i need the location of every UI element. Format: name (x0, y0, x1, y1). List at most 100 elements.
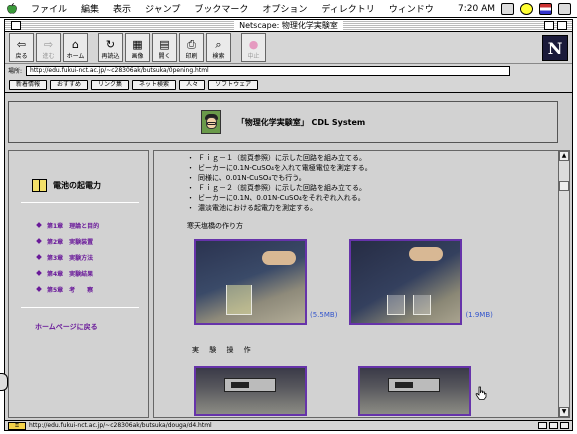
links-button[interactable]: リンク集 (91, 79, 130, 90)
back-label: 戻る (15, 53, 28, 60)
resize-grip-icon[interactable] (560, 422, 569, 429)
banner-title: 「物理化学実験室」 CDL System (236, 117, 366, 127)
homepage-link[interactable]: ホームページに戻る (35, 322, 148, 332)
chapter-link-4[interactable]: 第4章 実験結果 (36, 265, 148, 281)
menu-file[interactable]: ファイル (24, 2, 74, 15)
beaker (413, 295, 432, 315)
voltmeter (224, 378, 276, 392)
back-button[interactable]: ⇦ 戻る (9, 33, 34, 62)
directory-bar: 新着情報 おすすめ リンク集 ネット検索 人々 ソフトウェア (5, 77, 572, 93)
print-button[interactable]: ⎙ 印刷 (179, 33, 204, 62)
stop-icon: ● (248, 38, 259, 51)
video-thumbnail[interactable] (349, 239, 463, 325)
procedure-step: ・ Ｆｉｇ－１（前頁参照）に示した回路を組み立てる。 (187, 154, 366, 162)
book-icon (32, 179, 47, 192)
menu-bookmarks[interactable]: ブックマーク (187, 2, 255, 15)
procedure-step: ・濃淡電池における起電力を測定する。 (187, 204, 317, 212)
video-size-label[interactable]: (5.5MB) (310, 311, 337, 319)
salt-bridge-videos: (5.5MB) (1.9MB) (194, 239, 559, 325)
navigator-icon[interactable] (501, 2, 514, 15)
people-button[interactable]: 人々 (179, 79, 206, 90)
question-icon[interactable] (549, 422, 558, 429)
reload-icon: ↻ (105, 38, 116, 51)
menu-go[interactable]: ジャンプ (138, 2, 187, 15)
hand (262, 251, 296, 265)
video-thumbnail[interactable] (358, 366, 471, 416)
main-frame-content: ・ Ｆｉｇ－１（前頁参照）に示した回路を組み立てる。 ・ビーカーに0.1N-CuS… (154, 151, 559, 417)
scroll-up-arrow-icon[interactable]: ▲ (559, 151, 569, 161)
forward-arrow-icon: ⇨ (43, 38, 54, 51)
browser-window: Netscape: 物理化学実験室 ⇦ 戻る ⇨ 進む ⌂ ホーム ↻ 再読込 … (4, 19, 573, 431)
reload-button[interactable]: ↻ 再読込 (98, 33, 123, 62)
video-thumbnail[interactable] (194, 366, 307, 416)
chapter-label: 第4章 実験結果 (47, 270, 94, 278)
menu-view[interactable]: 表示 (106, 2, 138, 15)
images-label: 画像 (131, 53, 144, 60)
chapter-link-2[interactable]: 第2章 実験装置 (36, 233, 148, 249)
hand-cursor-icon (475, 386, 487, 400)
close-box[interactable] (11, 21, 21, 30)
menu-directory[interactable]: ディレクトリ (314, 2, 381, 15)
nav-header: 電池の起電力 (32, 179, 148, 192)
application-menu-icon[interactable] (558, 2, 571, 15)
mail-icon[interactable] (538, 422, 547, 429)
salt-bridge-section-title: 寒天塩橋の作り方 (187, 222, 243, 230)
professor-avatar (200, 110, 221, 134)
status-icons (538, 422, 572, 429)
net-search-button[interactable]: ネット検索 (132, 79, 177, 90)
stop-button[interactable]: ● 中止 (241, 33, 266, 62)
images-icon: ▦ (132, 38, 143, 51)
procedure-step: ・ Ｆｉｇ－２（前頁参照）に示した回路を組み立てる。 (187, 184, 366, 192)
location-label: 場所: (8, 68, 23, 75)
zoom-box[interactable] (544, 21, 554, 30)
window-title: Netscape: 物理化学実験室 (234, 20, 343, 31)
beaker (226, 285, 252, 315)
chapter-label: 第3章 実験方法 (47, 254, 94, 262)
open-icon: ▤ (159, 38, 170, 51)
images-button[interactable]: ▦ 画像 (125, 33, 150, 62)
voltmeter (388, 378, 440, 392)
keyboard-flag-icon[interactable] (539, 2, 552, 15)
status-url: http://edu.fukui-nct.ac.jp/~c28306ak/but… (29, 422, 212, 429)
menu-options[interactable]: オプション (255, 2, 314, 15)
status-bar: ⚿ http://edu.fukui-nct.ac.jp/~c28306ak/b… (5, 420, 572, 430)
whats-cool-button[interactable]: おすすめ (50, 79, 89, 90)
divider (21, 307, 139, 308)
side-drawer-tab[interactable] (0, 373, 8, 391)
security-key-icon[interactable]: ⚿ (8, 421, 26, 430)
home-button[interactable]: ⌂ ホーム (63, 33, 88, 62)
video-link-1[interactable]: (5.5MB) (194, 239, 337, 325)
collapse-box[interactable] (557, 21, 567, 30)
video-size-label[interactable]: (1.9MB) (465, 311, 492, 319)
forward-button[interactable]: ⇨ 進む (36, 33, 61, 62)
title-bar[interactable]: Netscape: 物理化学実験室 (5, 20, 572, 32)
diamond-bullet-icon (36, 254, 42, 260)
apple-menu-icon[interactable] (6, 2, 18, 15)
hand (409, 247, 444, 261)
find-button[interactable]: ⌕ 検索 (206, 33, 231, 62)
vertical-scrollbar[interactable]: ▲ ▼ (558, 151, 569, 417)
scroll-thumb[interactable] (559, 181, 569, 191)
chapter-link-1[interactable]: 第1章 理論と目的 (36, 217, 148, 233)
chapter-link-5[interactable]: 第5章 考 察 (36, 281, 148, 297)
chapter-link-3[interactable]: 第3章 実験方法 (36, 249, 148, 265)
whats-new-button[interactable]: 新着情報 (9, 79, 48, 90)
menu-window[interactable]: ウィンドウ (382, 2, 441, 15)
print-icon: ⎙ (187, 38, 196, 51)
open-button[interactable]: ▤ 開く (152, 33, 177, 62)
print-label: 印刷 (185, 53, 198, 60)
url-field[interactable]: http://edu.fukui-nct.ac.jp/~c28306ak/but… (26, 65, 511, 76)
menu-edit[interactable]: 編集 (74, 2, 106, 15)
procedure-step: ・ビーカーに0.1N-CuSO₄を入れて電極電位を測定する。 (187, 164, 372, 172)
toolbar: ⇦ 戻る ⇨ 進む ⌂ ホーム ↻ 再読込 ▦ 画像 ▤ 開く ⎙ 印刷 ⌕ 検… (5, 32, 572, 64)
scroll-down-arrow-icon[interactable]: ▼ (559, 407, 569, 417)
video-link-2[interactable]: (1.9MB) (349, 239, 493, 325)
software-button[interactable]: ソフトウェア (208, 79, 259, 90)
help-icon[interactable] (520, 2, 533, 15)
netscape-logo[interactable]: N (542, 35, 568, 61)
procedure-videos (194, 366, 559, 416)
page-content: 「物理化学実験室」 CDL System 電池の起電力 第1章 理論と目的 第2… (5, 98, 572, 420)
video-thumbnail[interactable] (194, 239, 307, 325)
diamond-bullet-icon (36, 238, 42, 244)
chapter-label: 第2章 実験装置 (47, 238, 94, 246)
